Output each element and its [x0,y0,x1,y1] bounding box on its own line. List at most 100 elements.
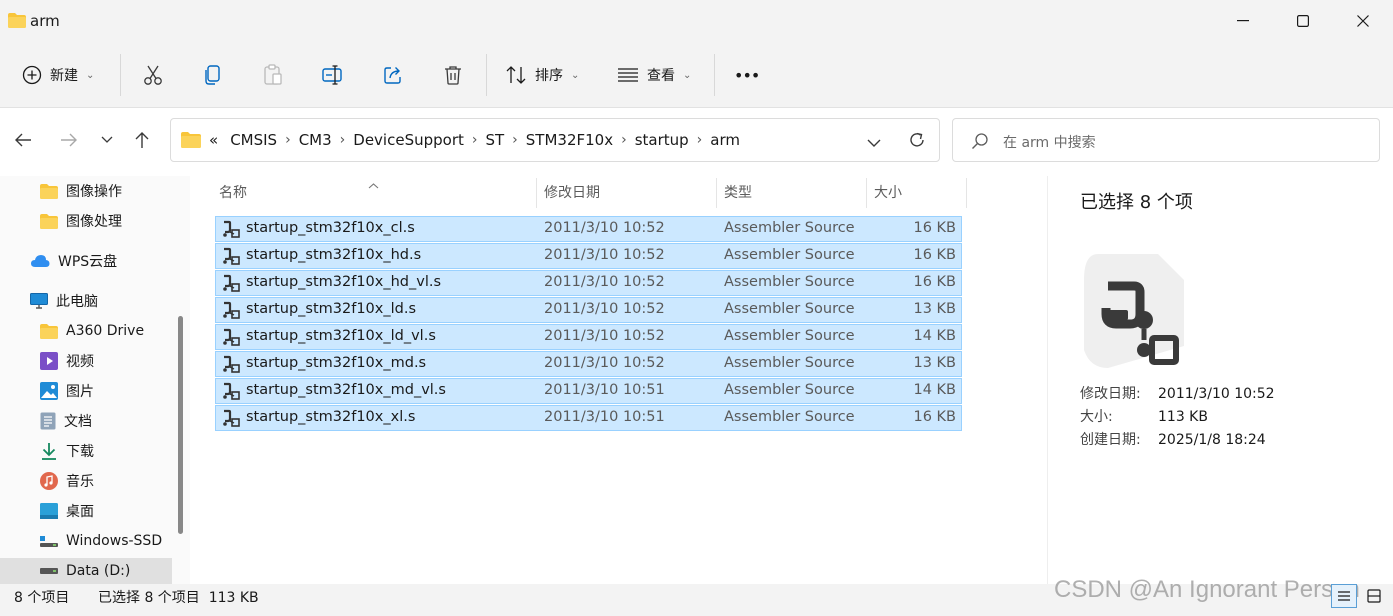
paste-icon[interactable] [259,61,287,89]
delete-icon[interactable] [439,61,467,89]
file-type: Assembler Source [724,301,855,317]
sort-button[interactable]: 排序 ⌄ [505,58,579,92]
nav-item-videos[interactable]: 视频 [40,348,94,374]
more-options-button[interactable]: ••• [734,58,760,92]
arrow-right-icon [61,133,77,147]
nav-scrollbar[interactable] [176,176,186,584]
file-row[interactable]: startup_stm32f10x_hd.s 2011/3/10 10:52 A… [215,243,962,269]
back-button[interactable] [9,124,37,156]
file-name: startup_stm32f10x_hd_vl.s [246,274,442,290]
file-size: 14 KB [913,382,956,398]
tiles-view-button[interactable] [1361,584,1387,608]
file-row[interactable]: startup_stm32f10x_ld.s 2011/3/10 10:52 A… [215,297,962,323]
breadcrumb-item[interactable]: arm [704,131,746,149]
file-row[interactable]: startup_stm32f10x_md.s 2011/3/10 10:52 A… [215,351,962,377]
file-row[interactable]: startup_stm32f10x_md_vl.s 2011/3/10 10:5… [215,378,962,404]
file-row[interactable]: startup_stm32f10x_cl.s 2011/3/10 10:52 A… [215,216,962,242]
assembler-file-icon [222,274,240,296]
file-name: startup_stm32f10x_ld.s [246,301,417,317]
column-header-type[interactable]: 类型 [724,176,752,208]
column-divider[interactable] [866,178,867,208]
nav-item-desktop[interactable]: 桌面 [40,498,94,524]
nav-item-data-drive[interactable]: Data (D:) [0,558,172,584]
search-placeholder: 在 arm 中搜索 [1003,135,1096,151]
file-type: Assembler Source [724,355,855,371]
search-box[interactable]: 在 arm 中搜索 [952,118,1380,162]
nav-item-documents[interactable]: 文档 [40,408,92,434]
chevron-right-icon[interactable]: › [695,132,705,148]
assembler-file-icon [222,301,240,323]
file-date: 2011/3/10 10:52 [544,220,665,236]
breadcrumb-item[interactable]: CMSIS [224,131,283,149]
nav-item-pictures[interactable]: 图片 [40,378,94,404]
address-dropdown-icon[interactable] [867,133,881,152]
file-row[interactable]: startup_stm32f10x_ld_vl.s 2011/3/10 10:5… [215,324,962,350]
nav-item-this-pc[interactable]: 此电脑 [30,288,98,314]
up-button[interactable] [128,124,156,156]
new-label: 新建 [50,68,78,84]
nav-item-folder-2[interactable]: 图像处理 [40,208,122,234]
chevron-right-icon[interactable]: › [338,132,348,148]
address-bar[interactable]: « CMSIS › CM3 › DeviceSupport › ST › STM… [170,118,940,162]
chevron-right-icon[interactable]: › [510,132,520,148]
rename-icon[interactable] [319,61,347,89]
nav-item-windows-ssd[interactable]: Windows-SSD [40,528,162,554]
close-button[interactable] [1333,0,1393,42]
nav-item-a360-drive[interactable]: A360 Drive [40,318,144,344]
nav-item-label: A360 Drive [66,323,145,339]
breadcrumb-item[interactable]: startup [629,131,695,149]
file-type: Assembler Source [724,382,855,398]
refresh-icon[interactable] [907,130,927,154]
share-icon[interactable] [379,61,407,89]
breadcrumb-item[interactable]: STM32F10x [520,131,619,149]
folder-icon [40,323,58,339]
nav-item-folder-1[interactable]: 图像操作 [40,178,122,204]
file-date: 2011/3/10 10:52 [544,328,665,344]
nav-item-wps-cloud[interactable]: WPS云盘 [30,248,117,274]
minimize-button[interactable] [1213,0,1273,42]
desktop-icon [40,503,58,519]
details-view-button[interactable] [1331,584,1357,608]
copy-icon[interactable] [199,61,227,89]
nav-item-music[interactable]: 音乐 [40,468,94,494]
drive-icon [40,536,58,547]
file-row[interactable]: startup_stm32f10x_hd_vl.s 2011/3/10 10:5… [215,270,962,296]
file-row[interactable]: startup_stm32f10x_xl.s 2011/3/10 10:51 A… [215,405,962,431]
property-value: 113 KB [1158,409,1208,425]
column-header-date[interactable]: 修改日期 [544,176,600,208]
maximize-button[interactable] [1273,0,1333,42]
nav-item-downloads[interactable]: 下载 [40,438,94,464]
file-date: 2011/3/10 10:52 [544,301,665,317]
view-button[interactable]: 查看 ⌄ [617,58,691,92]
computer-icon [30,293,48,309]
column-header-size[interactable]: 大小 [874,176,902,208]
details-title: 已选择 8 个项 [1080,192,1193,213]
breadcrumb-item[interactable]: CM3 [293,131,338,149]
view-list-icon [618,68,638,82]
music-icon [40,472,58,490]
forward-button[interactable] [55,124,83,156]
scrollbar-thumb[interactable] [178,316,183,534]
nav-item-label: 文档 [64,414,92,430]
column-divider[interactable] [536,178,537,208]
sort-ascending-icon [368,174,379,193]
new-button[interactable]: 新建 ⌄ [22,58,94,92]
chevron-right-icon[interactable]: › [470,132,480,148]
breadcrumb-item[interactable]: DeviceSupport [347,131,470,149]
breadcrumb-overflow[interactable]: « [209,131,224,149]
download-icon [42,443,56,460]
breadcrumb: « CMSIS › CM3 › DeviceSupport › ST › STM… [209,131,746,149]
more-icon: ••• [734,65,760,85]
chevron-right-icon[interactable]: › [283,132,293,148]
column-divider[interactable] [716,178,717,208]
column-divider[interactable] [966,178,967,208]
breadcrumb-item[interactable]: ST [479,131,510,149]
watermark: CSDN @An Ignorant Person [1054,576,1360,603]
arrow-left-icon [15,133,31,147]
cut-icon[interactable] [139,61,167,89]
chevron-right-icon[interactable]: › [619,132,629,148]
file-date: 2011/3/10 10:52 [544,247,665,263]
column-header-name[interactable]: 名称 [219,176,247,208]
nav-item-label: 图像操作 [66,184,122,200]
recent-locations-button[interactable] [93,124,121,156]
